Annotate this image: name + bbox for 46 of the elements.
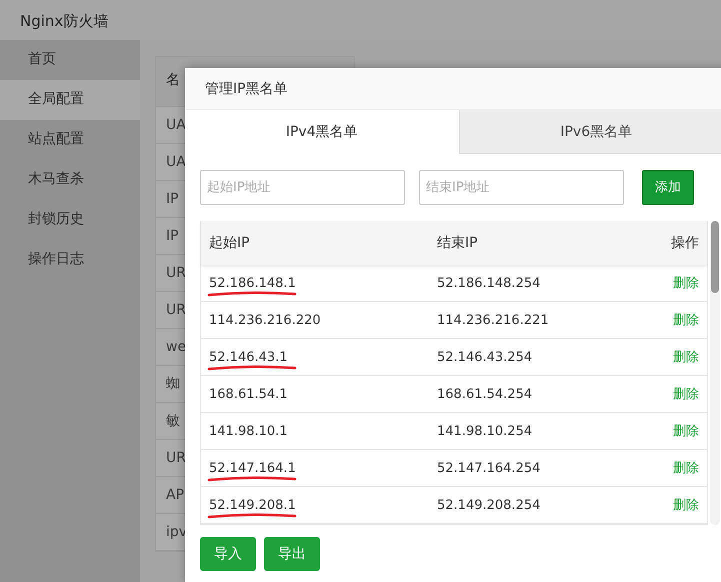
sidebar-item[interactable]: 全局配置	[0, 80, 140, 120]
end-ip-field[interactable]: 结束IP地址	[419, 170, 624, 205]
table-cell: UA	[166, 154, 186, 170]
table-cell: 114.236.216.221	[437, 313, 549, 328]
delete-link[interactable]: 删除	[673, 350, 699, 365]
table-cell: 52.186.148.1	[209, 276, 296, 291]
dialog-title: 管理IP黑名单	[205, 81, 288, 97]
table-cell: 141.98.10.254	[437, 424, 532, 439]
column-header: 起始IP	[209, 235, 250, 251]
table-cell: 52.147.164.1	[209, 461, 296, 476]
scrollbar[interactable]	[710, 221, 720, 525]
table-cell: 52.149.208.254	[437, 498, 540, 513]
table-cell: 52.147.164.254	[437, 461, 540, 476]
table-cell: 52.149.208.1	[209, 498, 296, 513]
table-cell: 52.146.43.1	[209, 350, 288, 365]
table-cell: 52.186.148.254	[437, 276, 540, 291]
table-cell: 114.236.216.220	[209, 313, 321, 328]
add-button[interactable]: 添加	[642, 170, 694, 205]
delete-link[interactable]: 删除	[673, 424, 699, 439]
table-cell: UA	[166, 117, 186, 133]
table-cell: IP	[166, 191, 179, 207]
table-cell: 168.61.54.254	[437, 387, 532, 402]
table-cell: 168.61.54.1	[209, 387, 288, 402]
table-cell: 敏	[166, 413, 180, 429]
table-cell: 蜘	[166, 376, 180, 392]
import-button[interactable]: 导入	[200, 537, 256, 571]
table-cell: UR	[166, 265, 186, 281]
delete-link[interactable]: 删除	[673, 276, 699, 291]
delete-link[interactable]: 删除	[673, 313, 699, 328]
tab[interactable]: IPv6黑名单	[458, 110, 721, 154]
table-cell: AP	[166, 487, 184, 503]
table-cell: 141.98.10.1	[209, 424, 288, 439]
app-title: Nginx防火墙	[20, 12, 108, 30]
export-button[interactable]: 导出	[264, 537, 320, 571]
column-header: 结束IP	[437, 235, 478, 251]
delete-link[interactable]: 删除	[673, 498, 699, 513]
column-header: 操作	[671, 235, 699, 251]
table-cell: UR	[166, 302, 186, 318]
delete-link[interactable]: 删除	[673, 387, 699, 402]
start-ip-field[interactable]: 起始IP地址	[200, 170, 405, 205]
delete-link[interactable]: 删除	[673, 461, 699, 476]
table-cell: UR	[166, 450, 186, 466]
table-cell: 52.146.43.254	[437, 350, 532, 365]
table-cell: we	[166, 339, 186, 355]
table-cell: IP	[166, 228, 179, 244]
column-header: 名	[166, 72, 180, 88]
